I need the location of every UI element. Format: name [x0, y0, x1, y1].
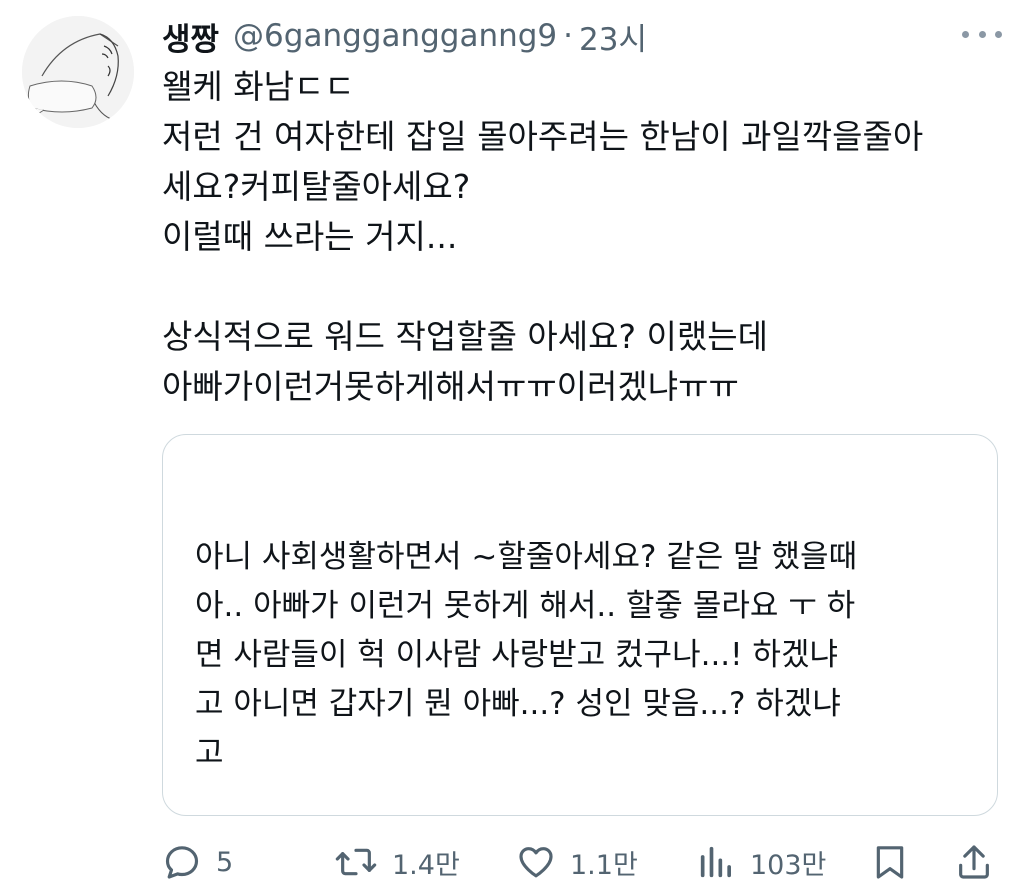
views-count: 103만 [750, 849, 827, 881]
like-button[interactable]: 1.1만 [516, 836, 638, 888]
retweet-icon [335, 848, 377, 876]
reply-icon [165, 846, 199, 879]
bookmark-button[interactable] [870, 836, 910, 888]
timestamp[interactable]: 23시 [579, 14, 647, 59]
user-handle[interactable]: @6ganggangganng9 [233, 18, 557, 54]
like-count: 1.1만 [570, 849, 638, 881]
bookmark-icon [876, 846, 904, 879]
quoted-text-line: 고 [195, 735, 224, 771]
tweet-text: 왤케 화남ㄷㄷ 저런 건 여자한테 잡일 몰아주려는 한남이 과일깍을줄아 세요… [162, 62, 1007, 412]
tweet-text-line: 상식적으로 워드 작업할줄 아세요? 이랬는데 [162, 317, 768, 356]
quoted-text-line: 아.. 아빠가 이런거 못하게 해서.. 할줗 몰라요 ㅜ 하 [195, 588, 856, 624]
reply-count: 5 [216, 846, 234, 878]
more-dot [978, 30, 986, 38]
quoted-text-line: 면 사람들이 헉 이사람 사랑받고 컸구나...! 하겠냐 [195, 637, 838, 673]
tweet-header: 생짱 @6ganggangganng9 · 23시 [162, 10, 647, 62]
quoted-text-line: 고 아니면 갑자기 뭔 아빠...? 성인 맞음...? 하겠냐 [195, 686, 841, 722]
more-dot [962, 30, 969, 38]
tweet-text-line: 세요?커피탈줄아세요? [162, 167, 471, 206]
heart-icon [519, 847, 553, 878]
tweet-text-line: 이럴때 쓰라는 거지... [162, 217, 458, 256]
avatar[interactable] [22, 16, 134, 128]
retweet-button[interactable]: 1.4만 [334, 836, 460, 888]
tweet-text-line: 저런 건 여자한테 잡일 몰아주려는 한남이 과일깍을줄아 [162, 117, 924, 156]
tweet: 생짱 @6ganggangganng9 · 23시 왤케 화남ㄷㄷ 저런 건 여… [0, 0, 1024, 892]
more-dot [995, 30, 1002, 38]
more-options-icon[interactable] [962, 22, 1002, 46]
reply-button[interactable]: 5 [162, 836, 233, 888]
display-name[interactable]: 생짱 [162, 14, 219, 59]
share-button[interactable] [954, 836, 994, 888]
retweet-count: 1.4만 [392, 849, 460, 881]
quoted-text-line: 아니 사회생활하면서 ~할줄아세요? 같은 말 했을때 [195, 539, 858, 575]
quoted-tweet-card[interactable]: 아니 사회생활하면서 ~할줄아세요? 같은 말 했을때 아.. 아빠가 이런거 … [162, 434, 998, 816]
action-bar: 5 1.4만 1.1만 103만 [162, 836, 998, 888]
views-button[interactable]: 103만 [696, 836, 826, 888]
separator-dot: · [563, 18, 573, 54]
tweet-text-line: 왤케 화남ㄷㄷ [162, 67, 355, 106]
quoted-tweet-text: 아니 사회생활하면서 ~할줄아세요? 같은 말 했을때 아.. 아빠가 이런거 … [195, 533, 985, 778]
avatar-drawing [22, 16, 134, 128]
share-icon [959, 845, 989, 879]
tweet-text-line: 아빠가이런거못하게해서ㅠㅠ이러겠냐ㅠㅠ [162, 367, 739, 406]
views-icon [700, 846, 731, 878]
